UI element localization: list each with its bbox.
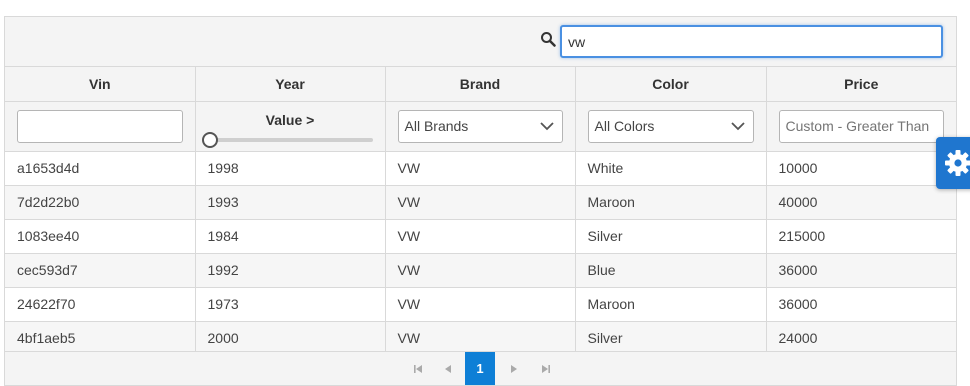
color-filter-select[interactable]: All Colors (587, 109, 754, 143)
search-icon (541, 32, 556, 47)
cell-year: 1992 (195, 253, 386, 288)
first-page-button[interactable] (403, 352, 433, 385)
cell-vin: 1083ee40 (5, 219, 196, 254)
cell-price: 40000 (766, 185, 956, 220)
first-page-icon (414, 364, 422, 373)
column-header-brand[interactable]: Brand (385, 67, 576, 102)
year-filter-cell: Value > (195, 101, 386, 152)
pager: 1 (5, 351, 956, 385)
filter-row: Value > All Brands All Colors (5, 101, 956, 152)
table-row[interactable]: 24622f70 1973 VW Maroon 36000 (5, 287, 956, 322)
brand-filter-select[interactable]: All Brands (397, 109, 563, 143)
grid-toolbar (5, 17, 956, 67)
cell-price: 215000 (766, 219, 956, 254)
cell-color: Maroon (575, 287, 767, 322)
year-slider-thumb[interactable] (201, 131, 218, 148)
cell-vin: 24622f70 (5, 287, 196, 322)
price-filter-input[interactable] (778, 109, 944, 143)
column-header-year[interactable]: Year (195, 67, 386, 102)
color-filter-cell: All Colors (575, 101, 767, 152)
cell-brand: VW (385, 185, 576, 220)
header-row: Vin Year Brand Color Price (5, 67, 956, 102)
cell-color: Silver (575, 321, 767, 356)
vin-filter-cell (5, 101, 196, 152)
cell-brand: VW (385, 151, 576, 186)
chevron-down-icon (539, 121, 554, 130)
cell-vin: a1653d4d (5, 151, 196, 186)
cell-color: Silver (575, 219, 767, 254)
grid-table: Vin Year Brand Color Price Value > All B… (5, 67, 956, 356)
cell-color: Maroon (575, 185, 767, 220)
cell-vin: 7d2d22b0 (5, 185, 196, 220)
last-page-icon (542, 364, 550, 373)
cell-brand: VW (385, 219, 576, 254)
year-filter-label: Value > (265, 111, 315, 128)
cell-year: 1998 (195, 151, 386, 186)
column-header-vin[interactable]: Vin (5, 67, 196, 102)
prev-page-button[interactable] (433, 352, 463, 385)
gear-icon (945, 150, 970, 176)
next-page-icon (511, 364, 517, 373)
cell-price: 10000 (766, 151, 956, 186)
cell-price: 24000 (766, 321, 956, 356)
cell-brand: VW (385, 253, 576, 288)
cell-brand: VW (385, 287, 576, 322)
year-slider-track[interactable] (207, 137, 373, 142)
table-row[interactable]: 7d2d22b0 1993 VW Maroon 40000 (5, 185, 956, 220)
prev-page-icon (445, 364, 451, 373)
settings-button[interactable] (936, 137, 970, 189)
cell-color: White (575, 151, 767, 186)
table-row[interactable]: a1653d4d 1998 VW White 10000 (5, 151, 956, 186)
cell-price: 36000 (766, 253, 956, 288)
cell-year: 1993 (195, 185, 386, 220)
search-input[interactable] (560, 25, 943, 58)
chevron-down-icon (730, 121, 745, 130)
table-row[interactable]: 1083ee40 1984 VW Silver 215000 (5, 219, 956, 254)
next-page-button[interactable] (499, 352, 529, 385)
table-row[interactable]: 4bf1aeb5 2000 VW Silver 24000 (5, 321, 956, 356)
cell-vin: cec593d7 (5, 253, 196, 288)
data-grid: Vin Year Brand Color Price Value > (4, 16, 957, 386)
cell-year: 1973 (195, 287, 386, 322)
brand-filter-value: All Brands (404, 117, 469, 134)
price-filter-cell (766, 101, 956, 152)
cell-price: 36000 (766, 287, 956, 322)
vin-filter-input[interactable] (17, 109, 183, 143)
brand-filter-cell: All Brands (385, 101, 576, 152)
last-page-button[interactable] (531, 352, 561, 385)
page-button-current[interactable]: 1 (465, 352, 495, 385)
column-header-color[interactable]: Color (575, 67, 767, 102)
cell-year: 2000 (195, 321, 386, 356)
cell-year: 1984 (195, 219, 386, 254)
cell-brand: VW (385, 321, 576, 356)
color-filter-value: All Colors (594, 117, 655, 134)
cell-vin: 4bf1aeb5 (5, 321, 196, 356)
column-header-price[interactable]: Price (766, 67, 956, 102)
table-row[interactable]: cec593d7 1992 VW Blue 36000 (5, 253, 956, 288)
cell-color: Blue (575, 253, 767, 288)
grid-body: a1653d4d 1998 VW White 10000 7d2d22b0 19… (5, 151, 956, 356)
